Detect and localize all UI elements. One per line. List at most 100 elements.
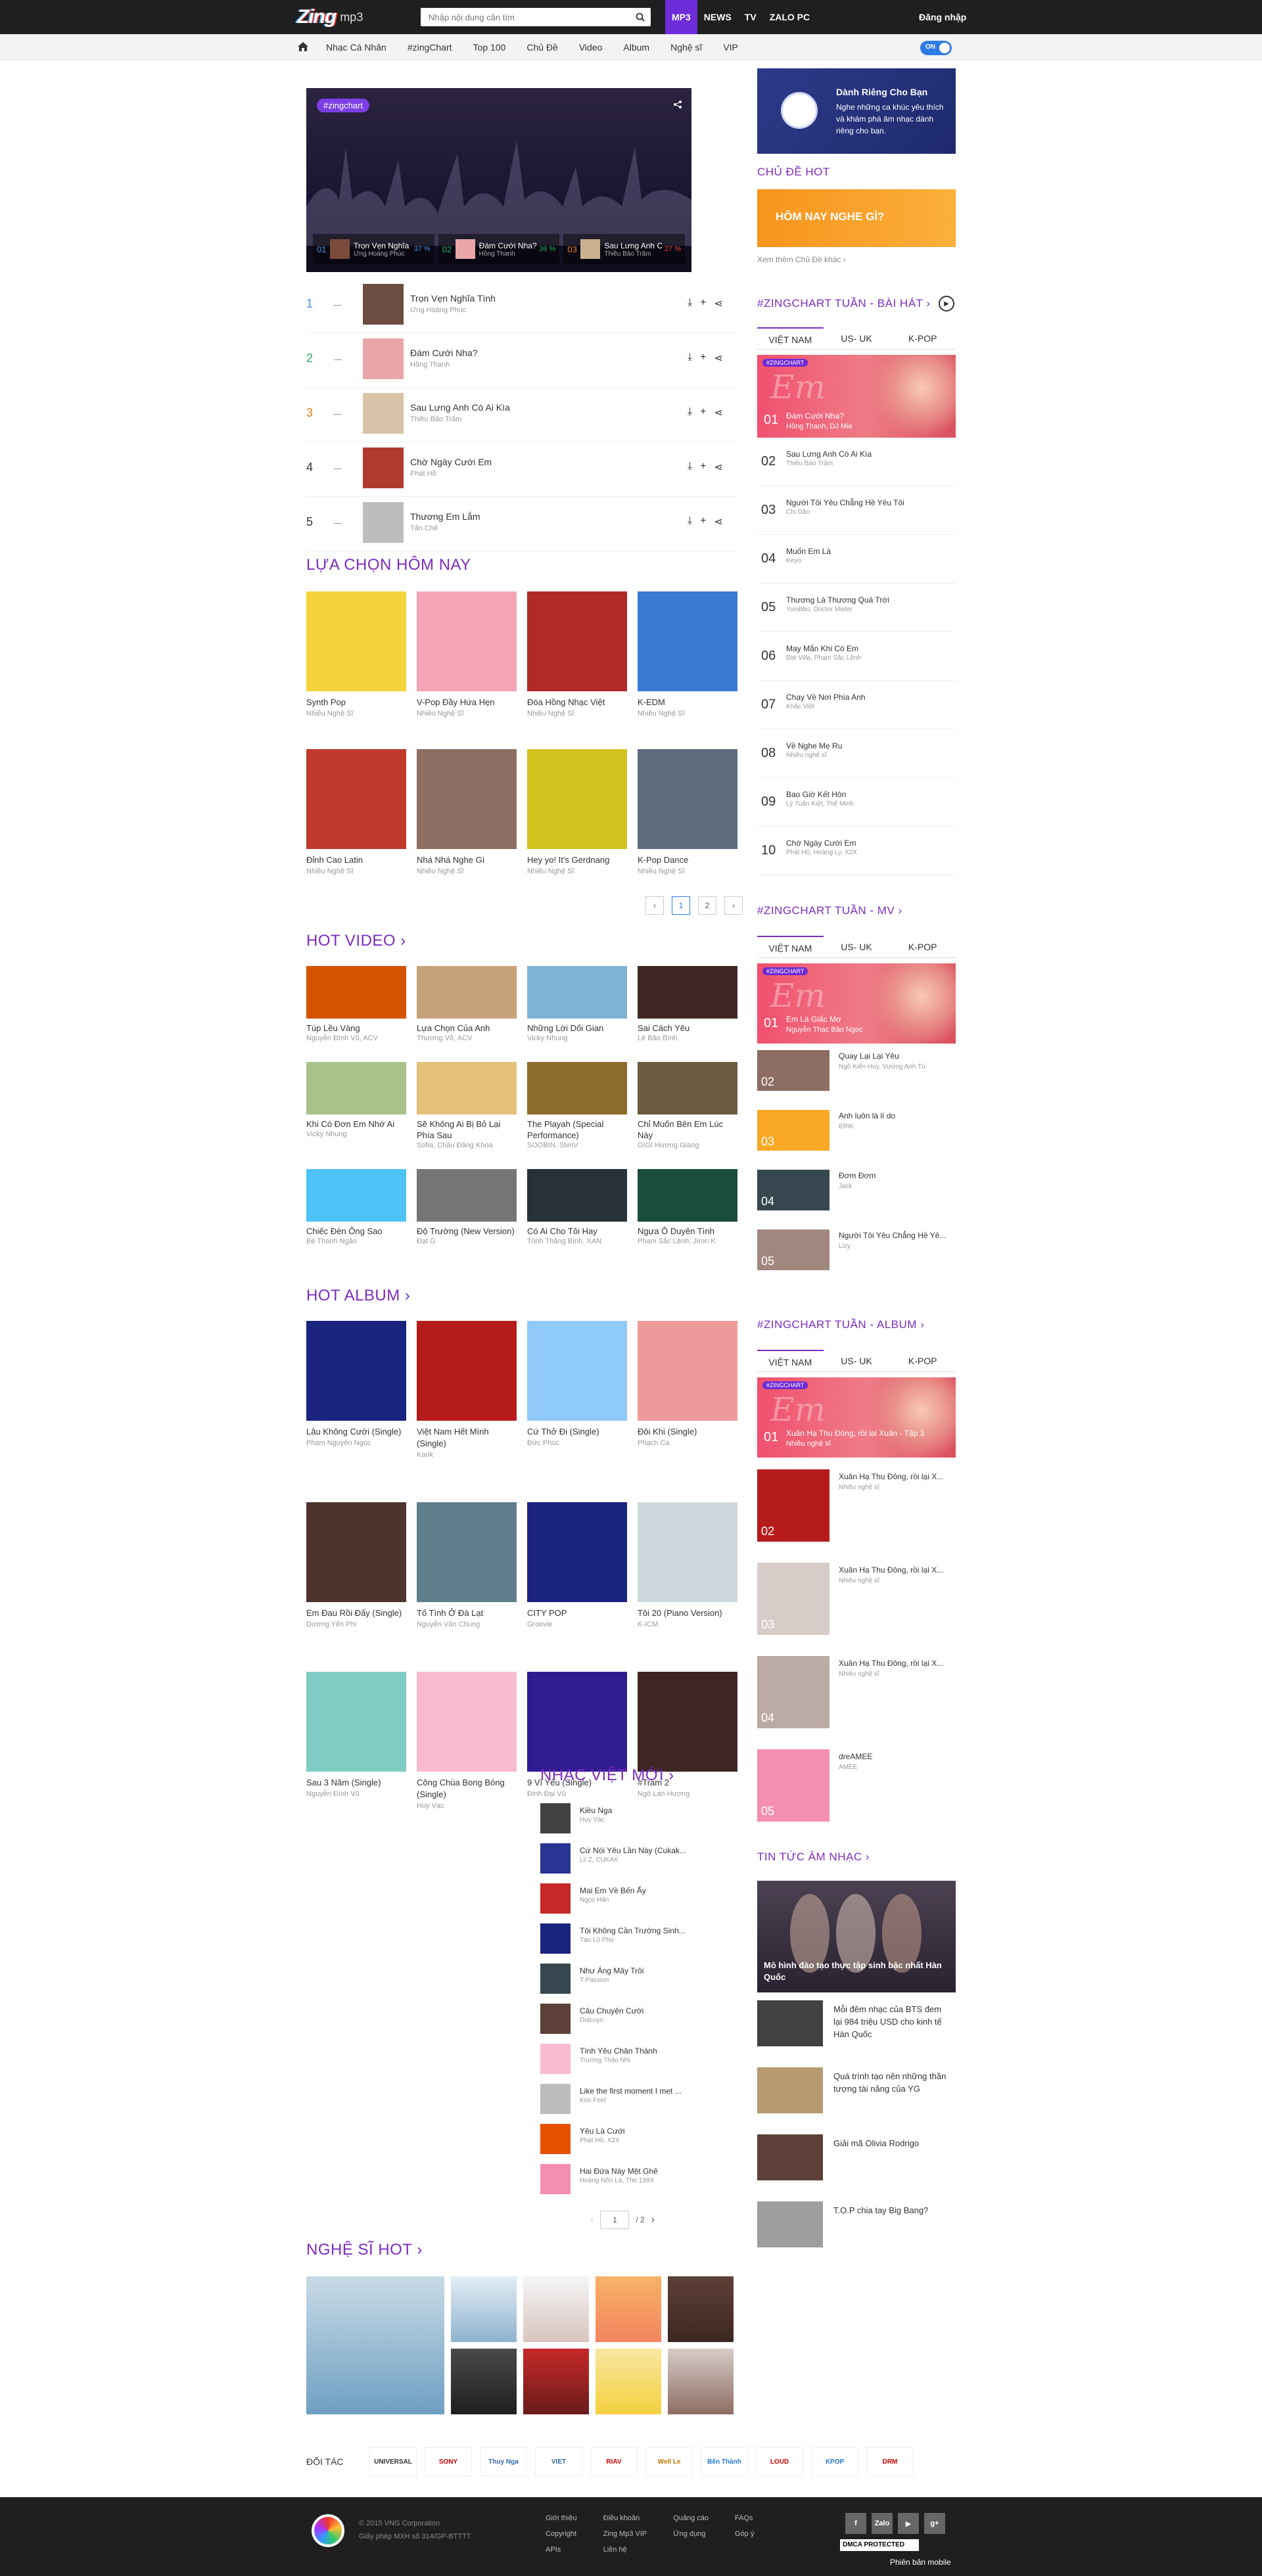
news-item[interactable]: Giải mã Olivia Rodrigo [757,2134,956,2184]
card-subtitle[interactable]: Đạt G [417,1237,517,1247]
chart-row[interactable]: 2 Đám Cưới Nha? Hồng Thanh ⤓ + ⋖ [306,333,736,388]
card-title[interactable]: Sau 3 Năm (Single) [306,1777,406,1789]
news-thumbnail[interactable] [757,2134,823,2180]
song-name[interactable]: Chạy Về Nơi Phía Anh [786,693,950,702]
grid-card[interactable]: Sai Cách Yêu Lê Bảo Bình [638,966,737,1044]
song-name[interactable]: Câu Chuyện Cười [580,2006,731,2015]
footer-link[interactable]: Góp ý [735,2526,754,2542]
card-subtitle[interactable]: Phạm Nguyên Ngọc [306,1438,406,1448]
subnav-video[interactable]: Video [569,34,613,60]
artist-name[interactable]: AMEE [839,1764,857,1771]
news-item[interactable]: Mỗi đêm nhạc của BTS đem lại 984 triệu U… [757,2000,956,2050]
card-title[interactable]: Những Lời Dối Gian [527,1023,627,1034]
album-cover[interactable] [306,1321,406,1421]
artist-name[interactable]: Thiều Bảo Trâm [410,415,461,423]
card-subtitle[interactable]: Vicky Nhung [527,1034,627,1044]
footer-link[interactable]: FAQs [735,2510,754,2526]
partner-logo[interactable]: RIAV [590,2447,638,2476]
artist-name[interactable]: ERIK [839,1123,950,1130]
song-name[interactable]: Muốn Em Là [786,547,950,556]
grid-card[interactable]: Độ Trường (New Version) Đạt G [417,1169,517,1247]
playlist-cover[interactable] [638,591,737,691]
share-icon[interactable]: ⋖ [714,297,722,310]
card-subtitle[interactable]: Sofia, Châu Đăng Khoa [417,1141,517,1151]
chart-row[interactable]: 1 Trọn Vẹn Nghĩa Tình Ưng Hoàng Phúc ⤓ + ⋖ [306,279,736,333]
playlist-cover[interactable] [638,749,737,849]
list-item[interactable]: Kiều Nga Huy Vạc [540,1798,737,1838]
thumbnail[interactable] [540,1803,571,1833]
album-cover[interactable] [638,1672,737,1772]
news-item[interactable]: T.O.P chia tay Big Bang? [757,2201,956,2251]
card-title[interactable]: Đóa Hồng Nhạc Việt [527,697,627,708]
artist-thumb[interactable] [596,2349,661,2414]
section-title-hot-video[interactable]: HOT VIDEO › [306,932,406,950]
video-thumbnail[interactable] [527,1169,627,1222]
artist-name[interactable]: T-Passion [580,1977,609,1984]
card-subtitle[interactable]: Nhiều Nghệ Sĩ [527,866,627,877]
card-title[interactable]: Nhá Nhá Nghe Gì [417,854,517,866]
artist-name[interactable]: Đạt Villa, Phạm Sắc Lệnh [786,655,861,662]
artist-name[interactable]: Hồng Thanh [410,361,450,369]
grid-card[interactable]: Đóa Hồng Nhạc Việt Nhiều Nghệ Sĩ [527,591,627,719]
share-icon[interactable]: ⋖ [714,352,722,365]
footer-link[interactable]: Quảng cáo [673,2510,709,2526]
artist-name[interactable]: Nhiều nghệ sĩ [839,1670,879,1678]
list-item[interactable]: Như Áng Mây Trôi T-Passion [540,1958,737,1998]
song-name[interactable]: Thương Là Thương Quá Trời [786,595,950,605]
song-name[interactable]: Chờ Ngày Cưới Em [786,839,950,848]
hot-topic-title[interactable]: CHỦ ĐỀ HOT [757,166,830,179]
album-cover[interactable] [306,1672,406,1772]
video-thumbnail[interactable] [306,1169,406,1222]
card-title[interactable]: Synth Pop [306,697,406,708]
tab-vietnam[interactable]: VIỆT NAM [757,327,824,349]
share-icon[interactable]: ⋖ [714,406,722,419]
subnav-artist[interactable]: Nghệ sĩ [660,34,713,60]
video-thumbnail[interactable] [417,1169,517,1222]
playlist-cover[interactable] [527,591,627,691]
section-title-hot-album[interactable]: HOT ALBUM › [306,1287,410,1305]
news-headline[interactable]: T.O.P chia tay Big Bang? [833,2204,952,2217]
song-name[interactable]: Mai Em Về Bến Ấy [580,1886,731,1895]
songs-featured[interactable]: #ZINGCHART Em 01 Đám Cưới Nha? Hồng Than… [757,355,956,438]
grid-card[interactable]: Những Lời Dối Gian Vicky Nhung [527,966,627,1044]
card-subtitle[interactable]: Dương Yến Phi [306,1619,406,1630]
add-icon[interactable]: + [700,515,706,528]
card-title[interactable]: Tố Tình Ở Đà Lạt [417,1607,517,1619]
add-icon[interactable]: + [700,297,706,310]
news-title[interactable]: TIN TỨC ÂM NHẠC › [757,1851,870,1864]
subnav-topic[interactable]: Chủ Đề [516,34,568,60]
card-title[interactable]: Chiếc Đèn Ông Sao [306,1226,406,1237]
artist-name[interactable]: Chi Dân [786,509,810,516]
card-subtitle[interactable]: Nguyễn Đình Vũ, ACV [306,1034,406,1044]
tab-us-uk[interactable]: US- UK [824,327,890,349]
dmca-badge[interactable]: DMCA PROTECTED [840,2539,919,2551]
card-subtitle[interactable]: Nhiều Nghệ Sĩ [306,866,406,877]
artist-name[interactable]: Trương Thảo Nhi [580,2057,630,2064]
download-icon[interactable]: ⤓ [688,297,692,310]
video-thumbnail[interactable] [417,966,517,1019]
facebook-icon[interactable]: f [845,2513,866,2534]
partner-logo[interactable]: VIET [535,2447,582,2476]
song-name[interactable]: Sau Lưng Anh Có Ai Kìa [410,402,510,413]
album-cover[interactable] [527,1321,627,1421]
grid-card[interactable]: 9 Vì Yêu (Single) Đinh Đại Vũ [527,1672,627,1811]
artist-name[interactable]: Ưng Hoàng Phúc [410,306,466,314]
mobile-version-link[interactable]: Phiên bản mobile [890,2558,951,2567]
chart-row[interactable]: 03 Xuân Hạ Thu Đông, rồi lại X... Nhiều ng… [757,1563,956,1656]
song-name[interactable]: Hai Đứa Này Mệt Ghê [580,2167,731,2176]
list-item[interactable]: Yêu Là Cưới Phát Hồ, X2X [540,2119,737,2159]
thumbnail[interactable] [540,1843,571,1874]
album-name[interactable]: Xuân Hạ Thu Đông, rồi lại X... [839,1565,950,1575]
artist-name[interactable]: Phát Hồ [410,470,436,478]
album-cover[interactable] [417,1502,517,1602]
video-thumbnail[interactable] [306,966,406,1019]
grid-card[interactable]: Lựa Chọn Của Anh Thương Võ, ACV [417,966,517,1044]
chart-row[interactable]: 05 dreAMEE AMEE [757,1749,956,1843]
artist-thumb[interactable] [451,2276,517,2342]
grid-card[interactable]: Em Đau Rồi Đấy (Single) Dương Yến Phi [306,1502,406,1630]
nav-zalo-pc[interactable]: ZALO PC [763,0,816,34]
grid-card[interactable]: Đỉnh Cao Latin Nhiều Nghệ Sĩ [306,749,406,877]
footer-link[interactable]: Zing Mp3 VIP [603,2526,647,2542]
card-subtitle[interactable]: SOOBIN, SlimV [527,1141,627,1151]
chart-row[interactable]: 4 Chờ Ngày Cưới Em Phát Hồ ⤓ + ⋖ [306,442,736,497]
